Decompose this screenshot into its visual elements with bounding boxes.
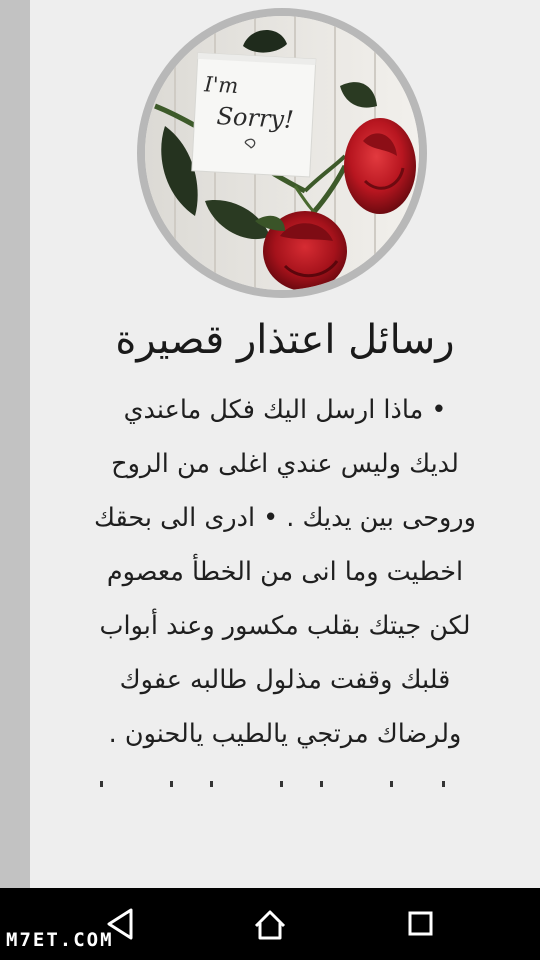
message-body: • ماذا ارسل اليك فكل ماعندي لديك وليس عن…	[50, 383, 520, 761]
message-line: لديك وليس عندي اغلى من الروح	[111, 449, 459, 479]
recents-button[interactable]	[398, 904, 442, 944]
site-watermark: M7ET.COM	[6, 929, 114, 951]
avatar-ring: I'm Sorry!	[137, 8, 427, 298]
home-button[interactable]	[248, 904, 292, 944]
recents-icon	[408, 911, 433, 936]
clipped-text-line	[90, 775, 470, 789]
message-line: • ماذا ارسل اليك فكل ماعندي	[123, 395, 447, 425]
message-line: قلبك وقفت مذلول طالبه عفوك	[119, 665, 451, 695]
note-text-line2: Sorry!	[216, 102, 294, 134]
article-card: I'm Sorry! رسائل اعتذار قصيرة • ماذا ارس…	[30, 0, 540, 888]
left-edge-strip	[0, 0, 30, 888]
message-line: لكن جيتك بقلب مكسور وعند أبواب	[99, 611, 471, 641]
message-line: وروحى بين يديك . • ادرى الى بحقك	[94, 503, 476, 533]
apology-rose-illustration: I'm Sorry!	[145, 16, 419, 290]
note-text-line1: I'm	[203, 72, 239, 98]
message-line: ولرضاك مرتجي يالطيب يالحنون .	[108, 719, 462, 749]
apology-rose-image: I'm Sorry!	[145, 16, 419, 290]
page-title: رسائل اعتذار قصيرة	[115, 317, 455, 363]
home-icon	[254, 910, 286, 940]
message-line: اخطيت وما انى من الخطأ معصوم	[106, 557, 464, 587]
